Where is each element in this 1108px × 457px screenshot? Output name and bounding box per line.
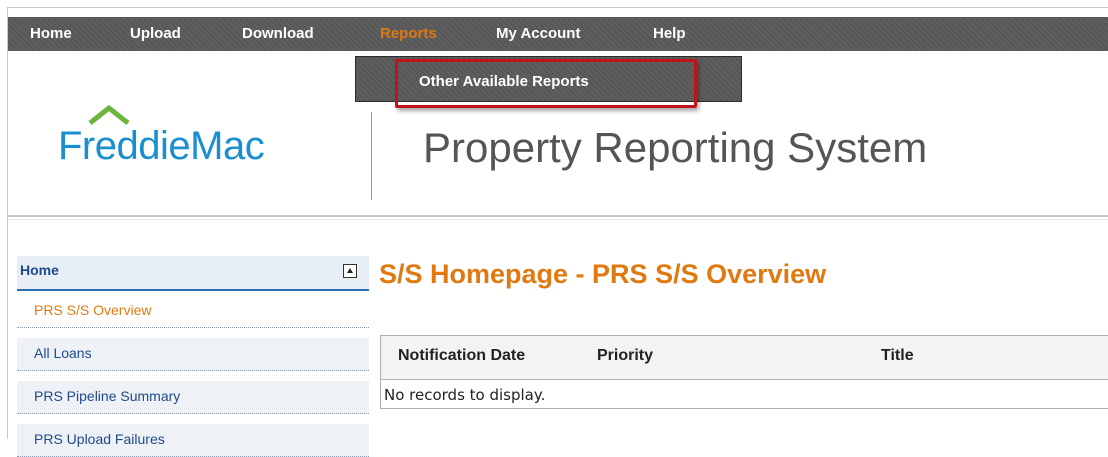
page-title: S/S Homepage - PRS S/S Overview <box>379 259 827 289</box>
house-roof-icon <box>88 104 130 125</box>
sidebar-item-prs-ss-overview[interactable]: PRS S/S Overview <box>17 295 369 328</box>
sidebar-header: Home <box>17 256 369 291</box>
nav-help[interactable]: Help <box>653 17 686 51</box>
nav-upload[interactable]: Upload <box>130 17 181 51</box>
header-divider <box>371 112 372 200</box>
header-rule <box>8 215 1108 217</box>
sidebar-item-prs-pipeline-summary[interactable]: PRS Pipeline Summary <box>17 381 369 414</box>
nav-reports[interactable]: Reports <box>380 17 437 51</box>
empty-table-message: No records to display. <box>384 386 546 404</box>
column-header-title[interactable]: Title <box>881 347 914 365</box>
column-header-priority[interactable]: Priority <box>597 347 653 365</box>
nav-download[interactable]: Download <box>242 17 314 51</box>
nav-my-account[interactable]: My Account <box>496 17 580 51</box>
collapse-button[interactable] <box>343 264 357 278</box>
sidebar-item-all-loans[interactable]: All Loans <box>17 338 369 371</box>
table-header-row: Notification Date Priority Title <box>381 336 1108 380</box>
top-nav-bar: Home Upload Download Reports My Account … <box>8 17 1108 51</box>
annotation-highlight-box <box>395 59 697 108</box>
notifications-table: Notification Date Priority Title No reco… <box>380 335 1108 409</box>
nav-home[interactable]: Home <box>30 17 72 51</box>
header-rule-secondary <box>8 219 1108 220</box>
system-title: Property Reporting System <box>423 124 928 171</box>
freddie-mac-logo: FreddieMac <box>58 124 265 168</box>
sidebar-title: Home <box>20 262 59 278</box>
sidebar-item-prs-upload-failures[interactable]: PRS Upload Failures <box>17 424 369 457</box>
chevron-up-icon <box>347 268 353 273</box>
column-header-notification-date[interactable]: Notification Date <box>398 347 525 365</box>
